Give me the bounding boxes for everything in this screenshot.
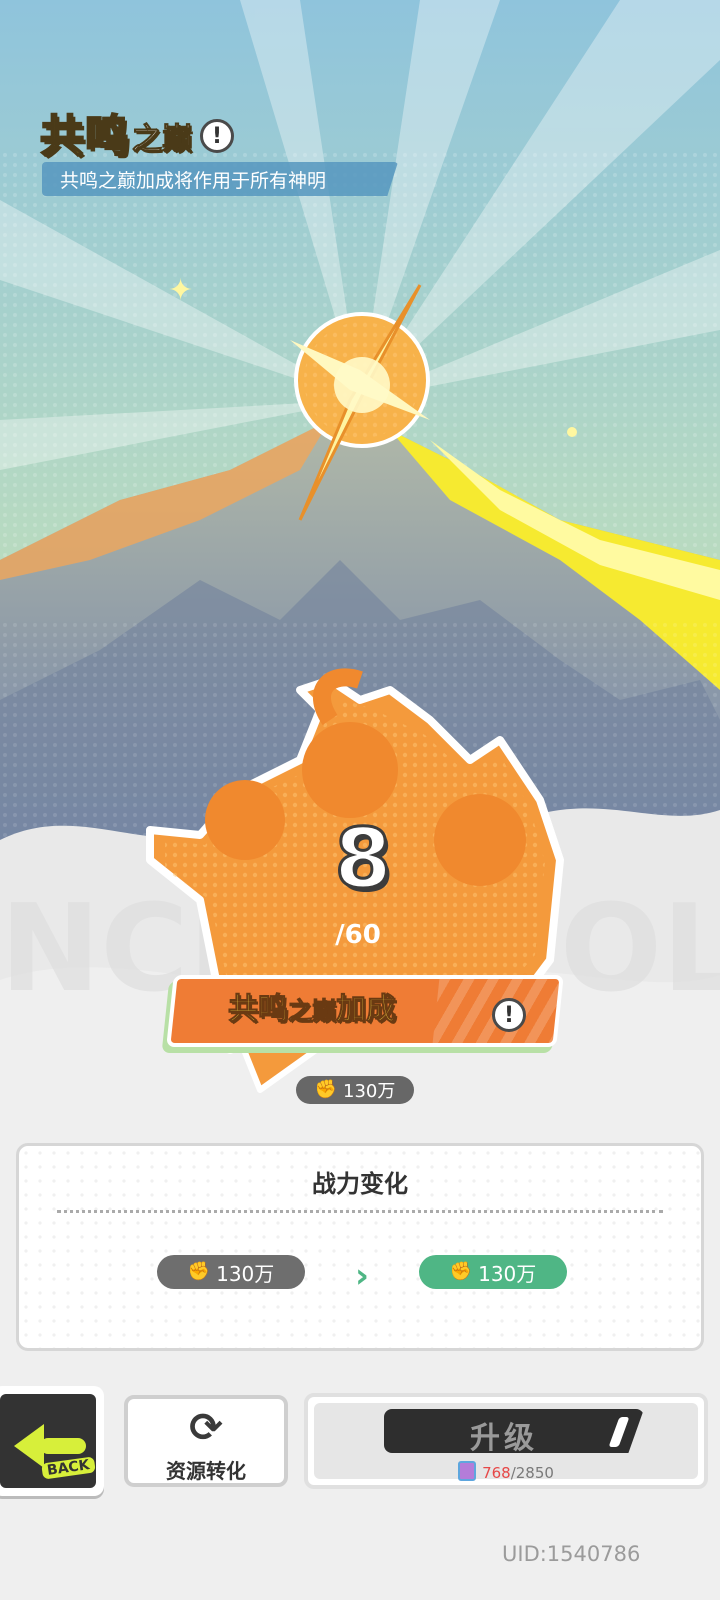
power-after-badge: ✊ 130万 [419, 1255, 567, 1289]
mountain-background: ✦ NCI OL [0, 0, 720, 1600]
resource-convert-label: 资源转化 [166, 1459, 246, 1483]
svg-text:✦: ✦ [168, 273, 193, 308]
power-before-value: 130万 [216, 1261, 275, 1286]
level-max: /60 [335, 920, 381, 950]
title-small: 之巅 [132, 122, 193, 158]
power-before-badge: ✊ 130万 [157, 1255, 305, 1289]
page-title: 共鸣 之巅 ! [39, 100, 234, 164]
svg-text:OL: OL [560, 880, 720, 1019]
resource-convert-button[interactable]: ⟳ 资源转化 [124, 1395, 288, 1487]
fist-icon: ✊ [314, 1079, 338, 1100]
back-button[interactable]: BACK [0, 1386, 104, 1496]
power-change-card: 战力变化 ✊ 130万 › ✊ 130万 [16, 1143, 704, 1351]
current-power-value: 130万 [343, 1081, 396, 1102]
resource-card-icon [458, 1461, 477, 1481]
title-main: 共鸣 [39, 110, 130, 163]
power-after-value: 130万 [478, 1261, 537, 1286]
current-power-badge: ✊ 130万 [296, 1076, 414, 1104]
upgrade-cost: 768/2850 [314, 1461, 698, 1482]
fist-icon: ✊ [449, 1261, 473, 1282]
refresh-icon: ⟳ [189, 1405, 223, 1451]
page-subtitle: 共鸣之巅加成将作用于所有神明 [42, 162, 398, 196]
upgrade-button[interactable]: 升级 768/2850 [304, 1393, 708, 1489]
cost-have: 768 [482, 1464, 511, 1482]
power-change-title: 战力变化 [312, 1170, 408, 1198]
upgrade-label: 升级 [470, 1421, 538, 1456]
fist-icon: ✊ [187, 1261, 211, 1282]
bonus-label: 共鸣之巅加成 [228, 984, 397, 1028]
bonus-label-part3: 加成 [336, 992, 397, 1028]
cost-need: /2850 [510, 1464, 554, 1482]
level-current: 8 [333, 811, 393, 909]
back-label: BACK [41, 1456, 96, 1480]
divider [57, 1210, 663, 1213]
exclamation-icon[interactable]: ! [200, 119, 234, 153]
bonus-label-part2: 之巅 [288, 997, 337, 1026]
user-id: UID:1540786 [502, 1542, 641, 1566]
bonus-info-icon[interactable]: ! [492, 998, 526, 1032]
bonus-label-part1: 共鸣 [228, 992, 289, 1028]
chevron-right-icon: › [355, 1256, 370, 1296]
